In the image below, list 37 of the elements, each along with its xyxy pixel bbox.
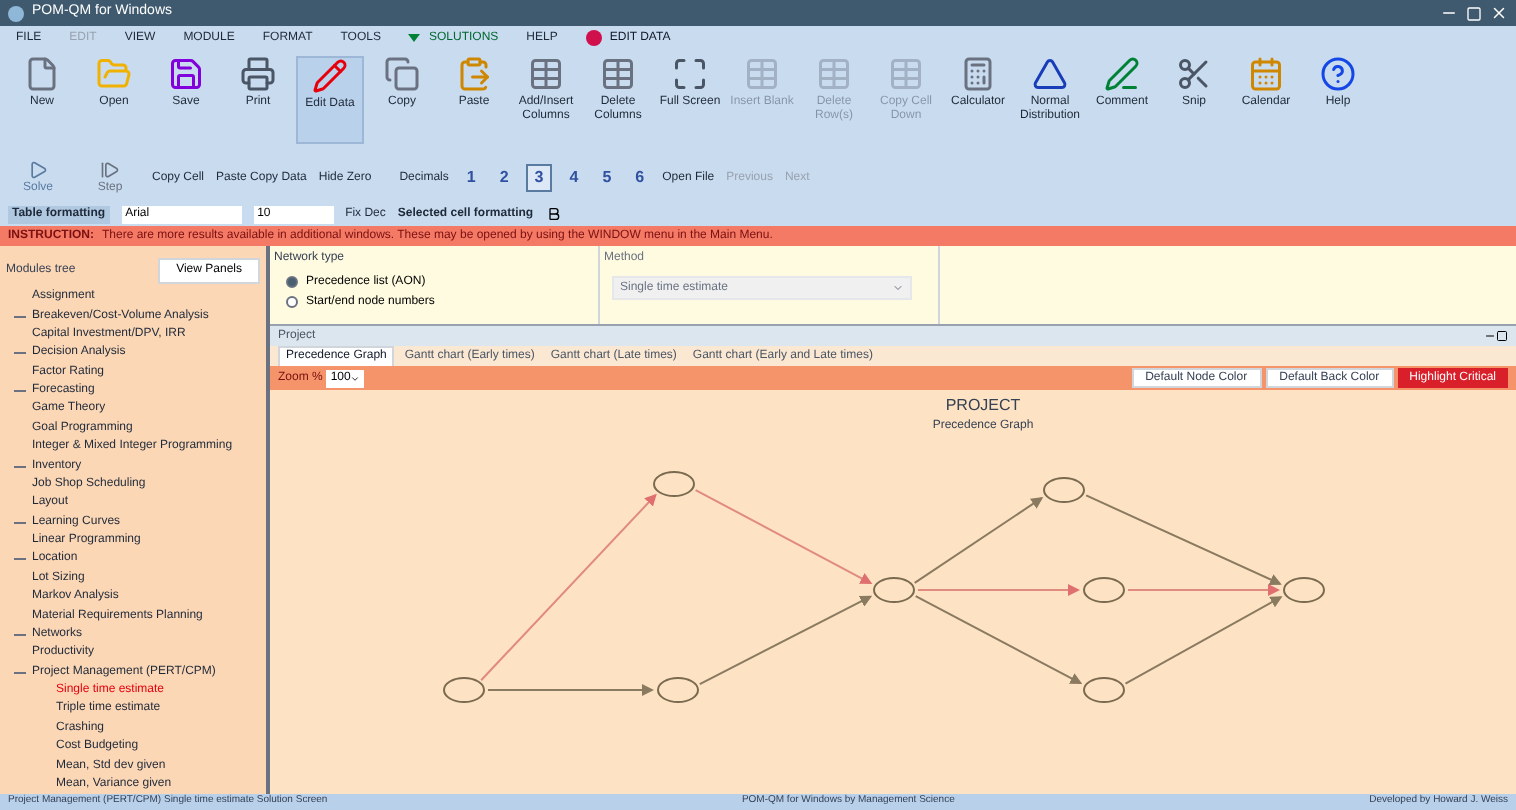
clipboard-icon bbox=[456, 56, 492, 92]
decimals-option[interactable]: 6 bbox=[629, 166, 651, 190]
minimize-icon[interactable] bbox=[1484, 330, 1496, 342]
maximize-icon[interactable] bbox=[1496, 330, 1508, 342]
printer-icon bbox=[240, 56, 276, 92]
close-icon[interactable] bbox=[1490, 4, 1508, 22]
file-icon bbox=[24, 56, 60, 92]
decimals-option[interactable]: 2 bbox=[493, 166, 515, 190]
play-icon bbox=[28, 159, 48, 179]
help-icon bbox=[1320, 56, 1356, 92]
table-icon bbox=[888, 56, 924, 92]
dropdown-icon bbox=[350, 373, 361, 383]
decimals-option[interactable]: 3 bbox=[526, 164, 552, 192]
folder-icon bbox=[96, 56, 132, 92]
pencil-icon bbox=[312, 58, 348, 94]
radio-button[interactable] bbox=[286, 296, 298, 308]
app-icon bbox=[8, 5, 24, 21]
graph-title: PROJECT bbox=[945, 394, 1021, 418]
step-icon bbox=[100, 159, 120, 179]
bold-icon[interactable] bbox=[545, 206, 562, 222]
calculator-icon bbox=[960, 56, 996, 92]
table-icon bbox=[816, 56, 852, 92]
radio-button[interactable] bbox=[286, 276, 298, 288]
arrow-icon bbox=[408, 34, 421, 42]
decimals-option[interactable]: 5 bbox=[596, 166, 618, 190]
fullscreen-icon bbox=[672, 56, 708, 92]
table-icon bbox=[528, 56, 564, 92]
calendar-icon bbox=[1248, 56, 1284, 92]
table-icon bbox=[600, 56, 636, 92]
table-icon bbox=[744, 56, 780, 92]
decimals-option[interactable]: 1 bbox=[460, 166, 482, 190]
dropdown-icon bbox=[892, 282, 904, 294]
pen-icon bbox=[1104, 56, 1140, 92]
decimals-option[interactable]: 4 bbox=[563, 166, 585, 190]
scissors-icon bbox=[1176, 56, 1212, 92]
copy-icon bbox=[384, 56, 420, 92]
triangle-icon bbox=[1032, 56, 1068, 92]
